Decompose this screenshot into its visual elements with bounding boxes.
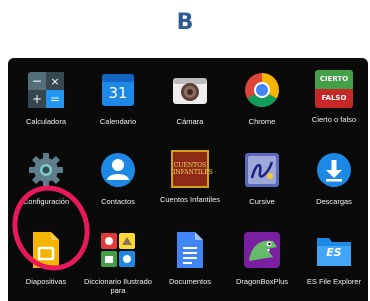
app-label: Cámara — [176, 117, 204, 126]
true-label: CIERTO — [315, 70, 353, 89]
app-label: Contactos — [101, 197, 135, 206]
cursive-icon — [242, 150, 282, 190]
true-false-icon: CIERTO FALSO — [315, 70, 353, 108]
step-letter: B — [176, 10, 194, 35]
download-icon — [314, 150, 354, 190]
app-es-file-explorer[interactable]: ES ES File Explorer — [298, 220, 368, 300]
app-label: Documentos — [168, 277, 212, 286]
app-camara[interactable]: Cámara — [154, 60, 226, 140]
app-label: Calendario — [99, 117, 137, 126]
svg-text:=: = — [50, 92, 60, 106]
app-diccionario-ilustrado[interactable]: Diccionario Ilustrado para — [82, 220, 154, 300]
app-label: ES File Explorer — [306, 277, 362, 286]
app-label: Descargas — [316, 197, 352, 206]
app-label: Cursive — [249, 197, 275, 206]
app-label: Calculadora — [25, 117, 67, 126]
app-cierto-o-falso[interactable]: CIERTO FALSO Cierto o falso — [298, 60, 368, 140]
app-label: Configuración — [22, 197, 70, 206]
calendar-date: 31 — [108, 84, 128, 102]
chrome-icon — [242, 70, 282, 110]
svg-text:×: × — [50, 75, 59, 88]
app-dragonboxplus[interactable]: DragonBoxPlus — [226, 220, 298, 300]
app-chrome[interactable]: Chrome — [226, 60, 298, 140]
false-label: FALSO — [315, 89, 353, 108]
app-label: Chrome — [248, 117, 276, 126]
app-calculadora[interactable]: − × + = Calculadora — [10, 60, 82, 140]
app-label: Diapositivas — [25, 277, 67, 286]
contacts-icon — [98, 150, 138, 190]
app-drawer: − × + = Calculadora 31 Calendario Cámara… — [8, 58, 368, 301]
app-label: DragonBoxPlus — [235, 277, 289, 286]
illustrated-dictionary-icon — [98, 230, 138, 270]
app-calendario[interactable]: 31 Calendario — [82, 60, 154, 140]
calendar-icon: 31 — [98, 70, 138, 110]
dragonbox-icon — [242, 230, 282, 270]
app-documentos[interactable]: Documentos — [154, 220, 226, 300]
app-label: Cierto o falso — [311, 115, 357, 124]
app-contactos[interactable]: Contactos — [82, 140, 154, 220]
camera-icon — [170, 70, 210, 110]
app-label: Diccionario Ilustrado para — [84, 277, 152, 295]
app-diapositivas[interactable]: Diapositivas — [10, 220, 82, 300]
es-logo-text: ES — [326, 246, 342, 259]
file-explorer-icon: ES — [314, 230, 354, 270]
docs-icon — [170, 230, 210, 270]
app-configuracion[interactable]: Configuración — [10, 140, 82, 220]
childrens-stories-icon: CUENTOS INFANTILES — [171, 150, 213, 188]
svg-text:−: − — [32, 74, 42, 88]
slides-icon — [26, 230, 66, 270]
calculator-icon: − × + = — [26, 70, 66, 110]
app-cursive[interactable]: Cursive — [226, 140, 298, 220]
stories-icon-text: CUENTOS INFANTILES — [173, 162, 213, 176]
svg-text:+: + — [32, 92, 42, 106]
app-descargas[interactable]: Descargas — [298, 140, 368, 220]
settings-gear-icon — [26, 150, 66, 190]
app-cuentos-infantiles[interactable]: CUENTOS INFANTILES Cuentos Infantiles — [154, 140, 226, 220]
app-label: Cuentos Infantiles — [159, 195, 221, 204]
